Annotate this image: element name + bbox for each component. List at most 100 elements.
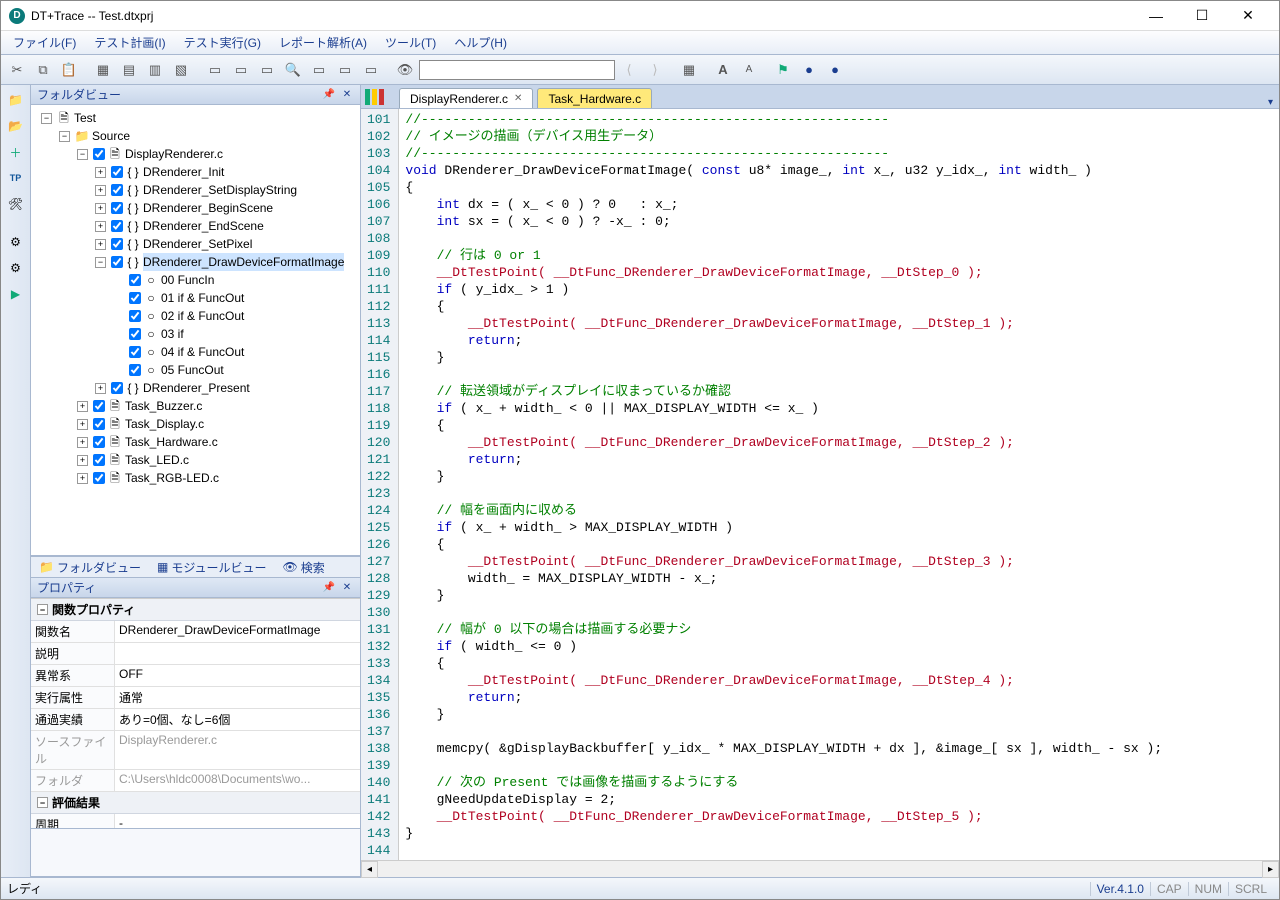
prop-cat-func[interactable]: −関数プロパティ (31, 599, 360, 621)
maximize-button[interactable]: ☐ (1179, 1, 1225, 31)
grid2-icon[interactable]: ▤ (117, 58, 141, 82)
menu-help[interactable]: ヘルプ(H) (446, 32, 515, 53)
expand-icon[interactable]: − (59, 131, 70, 142)
search-input[interactable] (419, 60, 615, 80)
tb-btn-7[interactable]: ▭ (255, 58, 279, 82)
lb-addfile-icon[interactable]: ＋ (5, 141, 27, 163)
tree-checkbox[interactable] (93, 436, 105, 448)
tree-checkbox[interactable] (93, 400, 105, 412)
menu-tools[interactable]: ツール(T) (377, 32, 444, 53)
horizontal-scrollbar[interactable]: ◂ ▸ (361, 860, 1279, 877)
palette-icon[interactable]: ▦ (677, 58, 701, 82)
editor-tab-inactive[interactable]: Task_Hardware.c (537, 88, 652, 108)
tree-checkbox[interactable] (93, 418, 105, 430)
tree-step-2[interactable]: 02 if & FuncOut (161, 307, 244, 325)
expand-icon[interactable]: + (95, 185, 106, 196)
tb-btn-5[interactable]: ▭ (203, 58, 227, 82)
tree-checkbox[interactable] (111, 220, 123, 232)
tree-file-rgb[interactable]: Task_RGB-LED.c (125, 469, 219, 487)
menu-run[interactable]: テスト実行(G) (176, 32, 269, 53)
scroll-right-icon[interactable]: ▸ (1262, 861, 1279, 878)
expand-icon[interactable]: − (77, 149, 88, 160)
expand-icon[interactable]: − (95, 257, 106, 268)
lb-gear2-icon[interactable]: ⚙ (5, 257, 27, 279)
lb-folder2-icon[interactable]: 📂 (5, 115, 27, 137)
tree-checkbox[interactable] (111, 238, 123, 250)
tree-step-1[interactable]: 01 if & FuncOut (161, 289, 244, 307)
tree-checkbox[interactable] (93, 148, 105, 160)
lb-gear1-icon[interactable]: ⚙ (5, 231, 27, 253)
tree-checkbox[interactable] (111, 184, 123, 196)
folder-tree[interactable]: −🗎Test −📁Source −🗎DisplayRenderer.c +{ }… (31, 105, 360, 556)
expand-icon[interactable]: + (77, 419, 88, 430)
panel-close-icon[interactable]: ✕ (340, 88, 354, 102)
grid3-icon[interactable]: ▥ (143, 58, 167, 82)
font-small-icon[interactable]: A (737, 58, 761, 82)
marker2-icon[interactable]: ● (797, 58, 821, 82)
tab-close-icon[interactable]: ✕ (514, 93, 522, 104)
tree-func-drawimg[interactable]: DRenderer_DrawDeviceFormatImage (143, 253, 344, 271)
grid4-icon[interactable]: ▧ (169, 58, 193, 82)
prop-row[interactable]: 説明 (31, 643, 360, 665)
tree-checkbox[interactable] (129, 310, 141, 322)
tab-folder-view[interactable]: 📁フォルダビュー (35, 558, 145, 577)
search-prev-icon[interactable]: ⟨ (617, 58, 641, 82)
tree-step-5[interactable]: 05 FuncOut (161, 361, 224, 379)
tb-btn-9[interactable]: ▭ (307, 58, 331, 82)
tree-checkbox[interactable] (111, 382, 123, 394)
tree-func-present[interactable]: DRenderer_Present (143, 379, 250, 397)
tree-file-led[interactable]: Task_LED.c (125, 451, 189, 469)
expand-icon[interactable]: + (95, 221, 106, 232)
code-editor[interactable]: 1011021031041051061071081091101111121131… (361, 109, 1279, 860)
pin-icon[interactable]: 📌 (322, 581, 336, 595)
lb-tools-icon[interactable]: 🛠 (5, 193, 27, 215)
tree-step-3[interactable]: 03 if (161, 325, 184, 343)
grid1-icon[interactable]: ▦ (91, 58, 115, 82)
tree-checkbox[interactable] (93, 472, 105, 484)
tb-btn-8[interactable]: 🔍 (281, 58, 305, 82)
tb-btn-11[interactable]: ▭ (359, 58, 383, 82)
marker3-icon[interactable]: ● (823, 58, 847, 82)
prop-row[interactable]: 周期- (31, 814, 360, 828)
tree-root[interactable]: Test (74, 109, 96, 127)
menu-report[interactable]: レポート解析(A) (271, 32, 375, 53)
expand-icon[interactable]: + (77, 473, 88, 484)
expand-icon[interactable]: + (77, 455, 88, 466)
tree-checkbox[interactable] (111, 202, 123, 214)
lb-run-icon[interactable]: ▶ (5, 283, 27, 305)
prop-row[interactable]: 関数名DRenderer_DrawDeviceFormatImage (31, 621, 360, 643)
prop-row[interactable]: 通過実績あり=0個、なし=6個 (31, 709, 360, 731)
copy-icon[interactable]: ⧉ (31, 58, 55, 82)
close-button[interactable]: ✕ (1225, 1, 1271, 31)
menu-file[interactable]: ファイル(F) (5, 32, 84, 53)
tree-checkbox[interactable] (129, 346, 141, 358)
tree-step-4[interactable]: 04 if & FuncOut (161, 343, 244, 361)
editor-tab-active[interactable]: DisplayRenderer.c✕ (399, 88, 533, 108)
tree-file-hardware[interactable]: Task_Hardware.c (125, 433, 218, 451)
scroll-left-icon[interactable]: ◂ (361, 861, 378, 878)
menu-plan[interactable]: テスト計画(I) (86, 32, 173, 53)
tree-checkbox[interactable] (129, 328, 141, 340)
tree-source[interactable]: Source (92, 127, 130, 145)
tree-checkbox[interactable] (111, 256, 123, 268)
lb-tp-icon[interactable]: TP (5, 167, 27, 189)
tree-func-begin[interactable]: DRenderer_BeginScene (143, 199, 273, 217)
tb-btn-6[interactable]: ▭ (229, 58, 253, 82)
tree-checkbox[interactable] (129, 364, 141, 376)
pin-icon[interactable]: 📌 (322, 88, 336, 102)
tree-file-taskdisplay[interactable]: Task_Display.c (125, 415, 204, 433)
prop-row[interactable]: 実行属性通常 (31, 687, 360, 709)
expand-icon[interactable]: + (95, 167, 106, 178)
cut-icon[interactable]: ✂ (5, 58, 29, 82)
expand-icon[interactable]: + (95, 383, 106, 394)
tree-checkbox[interactable] (129, 292, 141, 304)
tree-step-0[interactable]: 00 FuncIn (161, 271, 214, 289)
tab-module-view[interactable]: ▦モジュールビュー (153, 558, 271, 577)
lb-folder1-icon[interactable]: 📁 (5, 89, 27, 111)
tree-file-buzzer[interactable]: Task_Buzzer.c (125, 397, 202, 415)
tabs-overflow-icon[interactable]: ▾ (1268, 97, 1273, 108)
prop-cat-eval[interactable]: −評価結果 (31, 792, 360, 814)
marker1-icon[interactable]: ⚑ (771, 58, 795, 82)
expand-icon[interactable]: + (95, 239, 106, 250)
tb-btn-10[interactable]: ▭ (333, 58, 357, 82)
